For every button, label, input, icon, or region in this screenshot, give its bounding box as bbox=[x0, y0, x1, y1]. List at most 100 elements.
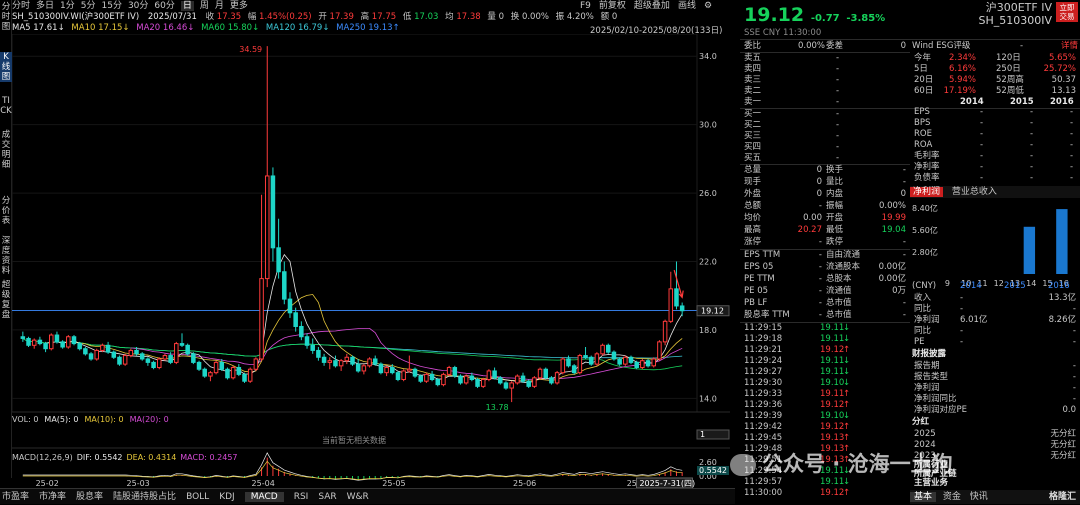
ma60-label: MA60 15.80↓ bbox=[201, 23, 260, 33]
candle bbox=[577, 353, 583, 375]
candle bbox=[554, 370, 560, 385]
candle bbox=[236, 364, 242, 377]
fund-value: 0.00亿 bbox=[878, 274, 906, 284]
kline-chart[interactable]: 34.0 30.0 26.0 22.0 18.0 14.0 34.59 13.78 19.12 V… bbox=[12, 34, 730, 488]
candle bbox=[498, 376, 503, 385]
chart-option-0[interactable]: F9 bbox=[580, 1, 591, 11]
left-tab-0[interactable]: 分时图 bbox=[0, 2, 12, 32]
indicator-tab-8[interactable]: SAR bbox=[318, 492, 336, 502]
chart-option-4[interactable]: ⚙ bbox=[704, 1, 712, 11]
close-label: 收 bbox=[205, 12, 215, 22]
chart-option-1[interactable]: 前复权 bbox=[599, 1, 626, 11]
stat-label: 外盘 bbox=[744, 189, 762, 199]
candle bbox=[287, 292, 293, 318]
period-tab-3[interactable]: 5分 bbox=[81, 1, 96, 11]
period-tab-9[interactable]: 月 bbox=[215, 1, 224, 11]
candle bbox=[54, 331, 60, 344]
period-tab-7[interactable]: 日 bbox=[180, 1, 194, 11]
indicator-tab-1[interactable]: 市净率 bbox=[39, 492, 66, 502]
indicator-tab-4[interactable]: BOLL bbox=[186, 492, 209, 502]
candle bbox=[361, 364, 367, 375]
stat-label: 总额 bbox=[744, 201, 762, 211]
period-tab-4[interactable]: 15分 bbox=[102, 1, 122, 11]
ask-level-label: 卖一 bbox=[744, 97, 762, 107]
candle bbox=[264, 46, 270, 288]
arrow-up-icon: ↑ bbox=[843, 488, 851, 498]
max-price-label: 34.59 bbox=[239, 45, 262, 54]
fund-value: - bbox=[818, 298, 822, 308]
tab-basic[interactable]: 基本 bbox=[910, 492, 937, 502]
chart-options-toolbar: F9 前复权 超级叠加 画线 ⚙ bbox=[572, 0, 712, 12]
extra-label: 主营业务 bbox=[914, 478, 949, 488]
candle bbox=[480, 377, 486, 389]
tab-funds[interactable]: 资金 bbox=[943, 492, 961, 502]
chart-option-2[interactable]: 超级叠加 bbox=[634, 1, 670, 11]
revenue-tab[interactable]: 营业总收入 bbox=[952, 187, 997, 197]
period-tab-1[interactable]: 多日 bbox=[36, 1, 54, 11]
fund-label: 流通值 bbox=[826, 286, 852, 296]
candle bbox=[66, 335, 71, 349]
weibi-value: 0.00% bbox=[798, 41, 826, 51]
cny-label: (CNY) bbox=[912, 281, 937, 291]
period-tab-2[interactable]: 1分 bbox=[60, 1, 75, 11]
fund-value: - bbox=[818, 250, 822, 260]
tab-news[interactable]: 快讯 bbox=[970, 492, 988, 502]
left-tab-4[interactable]: 分价表 bbox=[0, 196, 12, 226]
period-tab-8[interactable]: 周 bbox=[200, 1, 209, 11]
period-tab-6[interactable]: 60分 bbox=[154, 1, 174, 11]
candle bbox=[600, 343, 605, 356]
vol-tag-text: 1 bbox=[700, 430, 705, 439]
x-tick-label: 25-02 bbox=[36, 479, 59, 488]
candle bbox=[333, 355, 338, 368]
candle bbox=[372, 355, 378, 366]
stat-value: - bbox=[902, 237, 906, 247]
candle bbox=[310, 338, 315, 354]
candle bbox=[20, 331, 26, 342]
ma120-label: MA120 16.79↓ bbox=[265, 23, 330, 33]
candle bbox=[338, 358, 344, 371]
trade-now-button[interactable]: 立即 交易 bbox=[1056, 2, 1078, 22]
cursor-date-text: 2025-7-31(四) bbox=[639, 479, 695, 488]
vol-value: 0 bbox=[498, 12, 505, 22]
indicator-tab-0[interactable]: 市盈率 bbox=[2, 492, 29, 502]
candle bbox=[185, 343, 190, 356]
candle bbox=[662, 319, 668, 346]
period-tab-10[interactable]: 更多 bbox=[230, 1, 248, 11]
indicator-tab-3[interactable]: 陆股通持股占比 bbox=[113, 492, 176, 502]
candle bbox=[196, 360, 202, 371]
candle bbox=[48, 333, 54, 351]
perf-label: 60日 bbox=[914, 86, 934, 96]
x-tick-label: 25-04 bbox=[252, 479, 275, 488]
y-tick-label: 34.0 bbox=[699, 52, 717, 61]
left-tab-1[interactable]: K线图 bbox=[0, 52, 12, 82]
bar-y-tick: 2.80亿 bbox=[912, 247, 938, 257]
stat-value: 0 bbox=[900, 189, 906, 199]
indicator-tab-2[interactable]: 股息率 bbox=[76, 492, 103, 502]
indicator-tab-6[interactable]: MACD bbox=[244, 492, 284, 502]
ma10-label: MA10 17.15↓ bbox=[71, 23, 130, 33]
price-pct: -3.85% bbox=[846, 13, 886, 24]
period-tab-5[interactable]: 30分 bbox=[128, 1, 148, 11]
stat-label: 最低 bbox=[826, 225, 844, 235]
fin-value: 6.01亿 bbox=[960, 315, 988, 325]
indicator-tab-7[interactable]: RSI bbox=[294, 492, 309, 502]
fund-label: EPS 05 bbox=[744, 262, 774, 272]
stat-value: 0 bbox=[816, 165, 822, 175]
candle bbox=[43, 341, 48, 353]
candle bbox=[515, 374, 520, 385]
left-tab-3[interactable]: 成交明细 bbox=[0, 130, 12, 170]
dividend-title: 分红 bbox=[912, 417, 930, 427]
indicator-tab-5[interactable]: KDJ bbox=[219, 492, 235, 502]
fund-label: PE TTM bbox=[744, 274, 775, 284]
left-tab-5[interactable]: 深度资料 bbox=[0, 236, 12, 276]
esg-detail-link[interactable]: 详情 bbox=[1061, 40, 1078, 52]
stat-label: 换手 bbox=[826, 165, 844, 175]
open-label: 开 bbox=[318, 12, 327, 22]
indicator-tab-9[interactable]: W&R bbox=[347, 492, 369, 502]
period-tab-0[interactable]: 分时 bbox=[12, 1, 30, 11]
left-tab-2[interactable]: TICK bbox=[0, 96, 12, 116]
netprofit-tab[interactable]: 净利润 bbox=[910, 187, 944, 197]
fund-value: 0.00亿 bbox=[878, 262, 906, 272]
left-tab-6[interactable]: 超级复盘 bbox=[0, 280, 12, 320]
chart-option-3[interactable]: 画线 bbox=[678, 1, 696, 11]
